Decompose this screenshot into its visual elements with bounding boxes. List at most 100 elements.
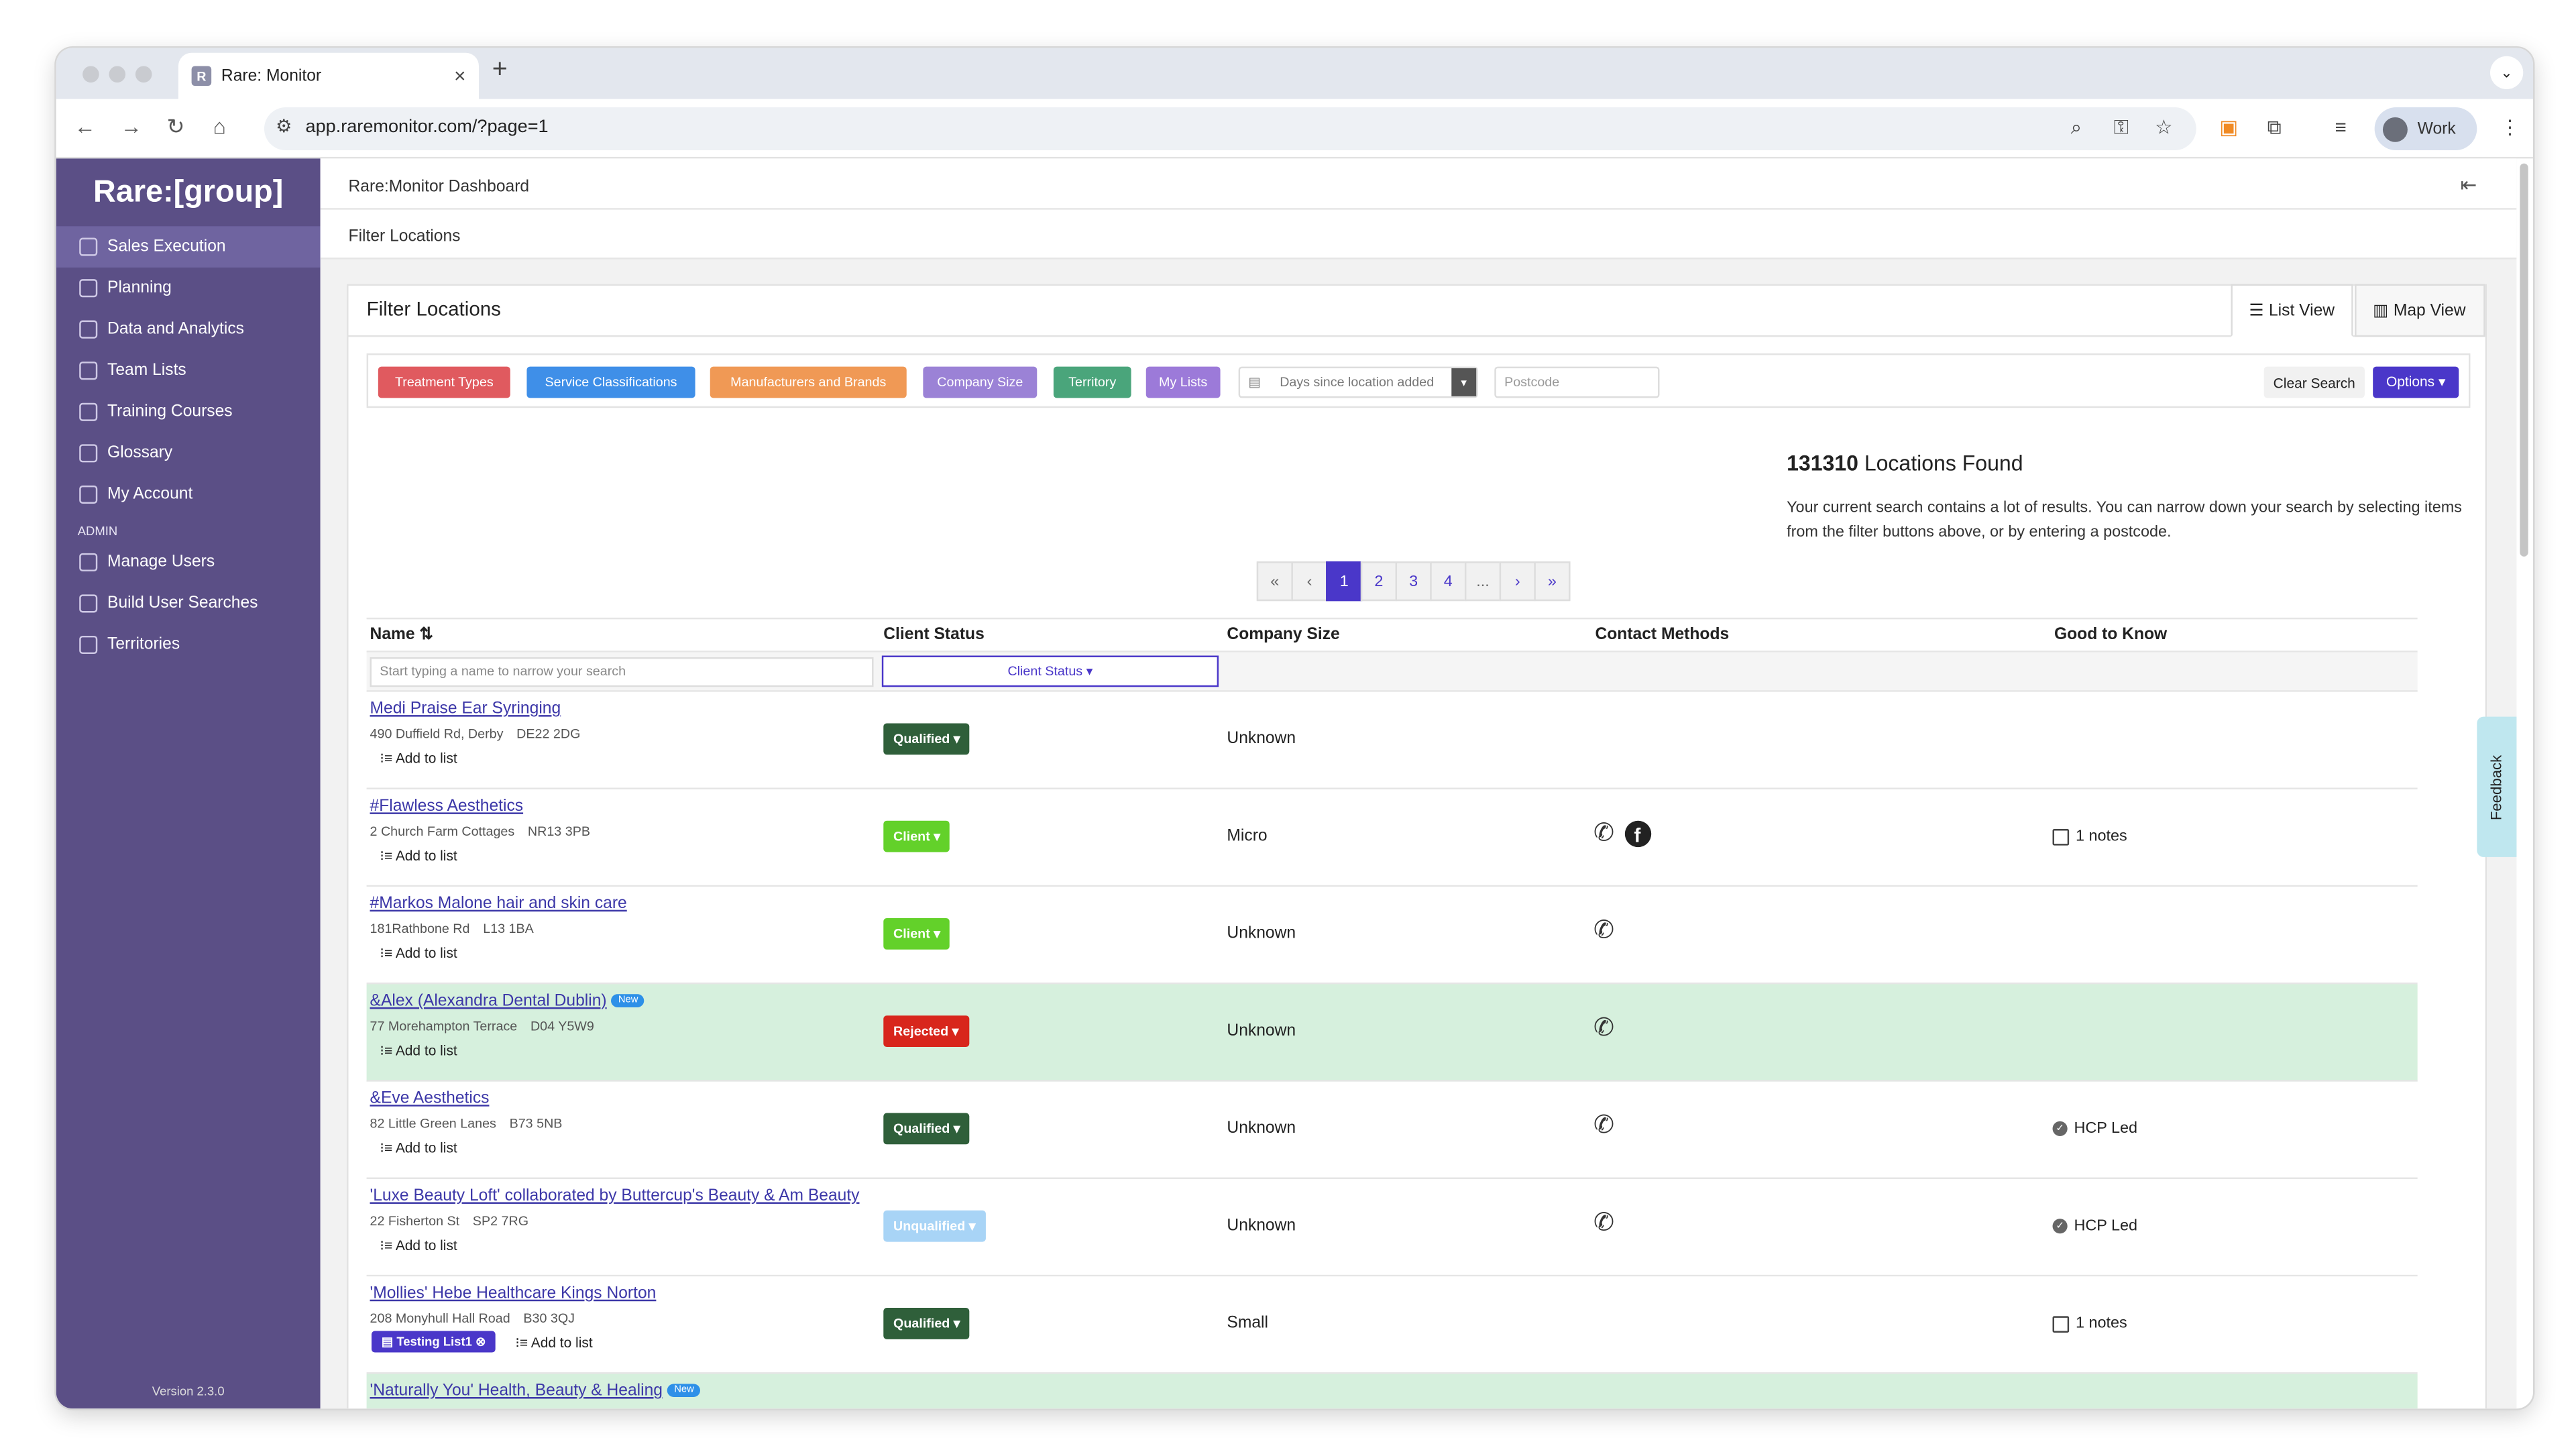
page-button[interactable]: 2 — [1360, 561, 1398, 602]
location-name-link[interactable]: &Alex (Alexandra Dental Dublin) New — [370, 993, 645, 1011]
browser-tab[interactable]: R Rare: Monitor × — [178, 52, 480, 99]
header-name[interactable]: Name ⇅ — [370, 619, 434, 651]
maximize-window-button[interactable] — [135, 66, 152, 83]
location-address: 490 Duffield Rd, Derby DE22 2DG — [370, 726, 581, 741]
tab-search-icon[interactable]: ⌄ — [2489, 56, 2524, 89]
feedback-label: Feedback — [2488, 754, 2506, 820]
forward-icon[interactable]: → — [121, 114, 142, 139]
client-status-badge[interactable]: Qualified ▾ — [883, 1113, 970, 1145]
map-view-button[interactable]: ▥ Map View — [2355, 284, 2485, 337]
days-since-added-select[interactable]: ▤ Days since location added ▾ — [1238, 366, 1478, 398]
clear-search-button[interactable]: Clear Search — [2263, 366, 2365, 398]
location-name-link[interactable]: 'Luxe Beauty Loft' collaborated by Butte… — [370, 1187, 860, 1205]
add-to-list-button[interactable]: ⁝≡ Add to list — [380, 1237, 457, 1255]
add-to-list-button[interactable]: ⁝≡ Add to list — [380, 847, 457, 865]
page-scrollbar[interactable] — [2520, 163, 2528, 557]
facebook-icon[interactable]: f — [1624, 820, 1651, 848]
list-view-button[interactable]: ☰ List View — [2231, 284, 2353, 337]
client-status-badge[interactable]: Unqualified ▾ — [883, 1210, 986, 1242]
sidebar-item-my-account[interactable]: My Account — [56, 474, 321, 516]
filter-chip-territory[interactable]: Territory — [1053, 366, 1131, 398]
site-settings-icon[interactable]: ⚙ — [276, 115, 292, 137]
client-status-badge[interactable]: Client ▾ — [883, 820, 950, 852]
postcode: SP2 7RG — [472, 1213, 529, 1229]
glossary-icon — [79, 444, 98, 463]
new-tab-icon[interactable]: + — [492, 56, 508, 86]
good-to-know-text: 1 notes — [2075, 827, 2127, 846]
company-size: Unknown — [1227, 1217, 1296, 1235]
good-to-know-text: 1 notes — [2075, 1314, 2127, 1333]
page-button[interactable]: 3 — [1395, 561, 1432, 602]
page-button[interactable]: ... — [1464, 561, 1502, 602]
filter-chip-treatment-types[interactable]: Treatment Types — [378, 366, 510, 398]
feedback-tab[interactable]: Feedback — [2477, 716, 2517, 857]
page-button[interactable]: 1 — [1326, 561, 1363, 602]
address-bar[interactable]: ⚙ app.raremonitor.com/?page=1 — [264, 107, 2196, 151]
reading-list-icon[interactable]: ≡ — [2335, 115, 2347, 138]
extension-icon[interactable]: ▣ — [2219, 115, 2238, 138]
sidebar-item-glossary[interactable]: Glossary — [56, 433, 321, 474]
filter-chip-company-size[interactable]: Company Size — [923, 366, 1038, 398]
sidebar-item-team-lists[interactable]: Team Lists — [56, 350, 321, 392]
brand-logo[interactable]: Rare:[group] — [56, 158, 321, 226]
back-icon[interactable]: ← — [74, 114, 96, 139]
sidebar-item-sales-execution[interactable]: Sales Execution — [56, 226, 321, 268]
company-size: Unknown — [1227, 924, 1296, 943]
menu-kebab-icon[interactable]: ⋮ — [2500, 115, 2520, 138]
client-status-badge[interactable]: Rejected ▾ — [883, 1015, 969, 1048]
filter-chip-service-classifications[interactable]: Service Classifications — [526, 366, 695, 398]
bookmark-star-icon[interactable]: ☆ — [2155, 115, 2173, 138]
page-button[interactable]: ‹ — [1291, 561, 1328, 602]
location-name-link[interactable]: &Eve Aesthetics — [370, 1090, 490, 1108]
list-badge[interactable]: ▤ Testing List1 ⊗ — [371, 1331, 496, 1353]
zoom-icon[interactable]: ⌕ — [2071, 115, 2082, 140]
sidebar-item-territories[interactable]: Territories — [56, 624, 321, 666]
extensions-puzzle-icon[interactable]: ⧉ — [2267, 115, 2282, 140]
logout-icon[interactable]: ⇤ — [2461, 174, 2477, 197]
client-status-badge[interactable]: Qualified ▾ — [883, 1308, 970, 1339]
home-icon[interactable]: ⌂ — [213, 114, 226, 139]
name-search-input[interactable]: Start typing a name to narrow your searc… — [370, 657, 874, 687]
reload-icon[interactable]: ↻ — [167, 114, 185, 140]
sidebar-item-training-courses[interactable]: Training Courses — [56, 392, 321, 433]
location-name-link[interactable]: #Flawless Aesthetics — [370, 797, 524, 816]
add-to-list-button[interactable]: ⁝≡ Add to list — [515, 1334, 592, 1352]
page-button[interactable]: « — [1256, 561, 1293, 602]
page-button[interactable]: › — [1499, 561, 1536, 602]
phone-icon[interactable]: ✆ — [1593, 917, 1614, 946]
location-name-link[interactable]: Medi Praise Ear Syringing — [370, 700, 561, 718]
minimize-window-button[interactable] — [109, 66, 126, 83]
phone-icon[interactable]: ✆ — [1593, 1209, 1614, 1238]
add-to-list-button[interactable]: ⁝≡ Add to list — [380, 1139, 457, 1158]
client-status-filter[interactable]: Client Status ▾ — [881, 655, 1219, 687]
page-button[interactable]: 4 — [1430, 561, 1467, 602]
phone-icon[interactable]: ✆ — [1593, 819, 1614, 848]
location-name-link[interactable]: #Markos Malone hair and skin care — [370, 895, 627, 913]
phone-icon[interactable]: ✆ — [1593, 1111, 1614, 1141]
client-status-badge[interactable]: Client ▾ — [883, 917, 950, 950]
profile-button[interactable]: Work — [2374, 107, 2477, 151]
pagination: «‹ 1 2 3 4... ›» — [1256, 561, 1571, 602]
add-to-list-button[interactable]: ⁝≡ Add to list — [380, 944, 457, 962]
password-key-icon[interactable]: ⚿ — [2114, 115, 2129, 140]
phone-icon[interactable]: ✆ — [1593, 1014, 1614, 1044]
chevron-down-icon[interactable]: ▾ — [1451, 368, 1477, 396]
filter-chip-manufacturers-and-brands[interactable]: Manufacturers and Brands — [710, 366, 907, 398]
add-to-list-button[interactable]: ⁝≡ Add to list — [380, 750, 457, 768]
postcode-input[interactable]: Postcode — [1494, 366, 1660, 398]
client-status-badge[interactable]: Qualified ▾ — [883, 723, 970, 755]
options-button[interactable]: Options ▾ — [2373, 366, 2459, 398]
sidebar-item-manage-users[interactable]: Manage Users — [56, 542, 321, 583]
location-address: 208 Monyhull Hall Road B30 3QJ — [370, 1311, 575, 1326]
sidebar-item-planning[interactable]: Planning — [56, 268, 321, 309]
sidebar-item-build-user-searches[interactable]: Build User Searches — [56, 583, 321, 624]
close-tab-icon[interactable]: × — [454, 64, 465, 87]
sidebar-item-data-and-analytics[interactable]: Data and Analytics — [56, 309, 321, 350]
sidebar-item-label: Build User Searches — [107, 594, 258, 613]
location-name-link[interactable]: 'Mollies' Hebe Healthcare Kings Norton — [370, 1285, 657, 1303]
location-name-link[interactable]: 'Naturally You' Health, Beauty & Healing… — [370, 1382, 701, 1400]
add-to-list-button[interactable]: ⁝≡ Add to list — [380, 1042, 457, 1060]
filter-chip-my-lists[interactable]: My Lists — [1145, 366, 1221, 398]
close-window-button[interactable] — [82, 66, 99, 83]
page-button[interactable]: » — [1534, 561, 1571, 602]
